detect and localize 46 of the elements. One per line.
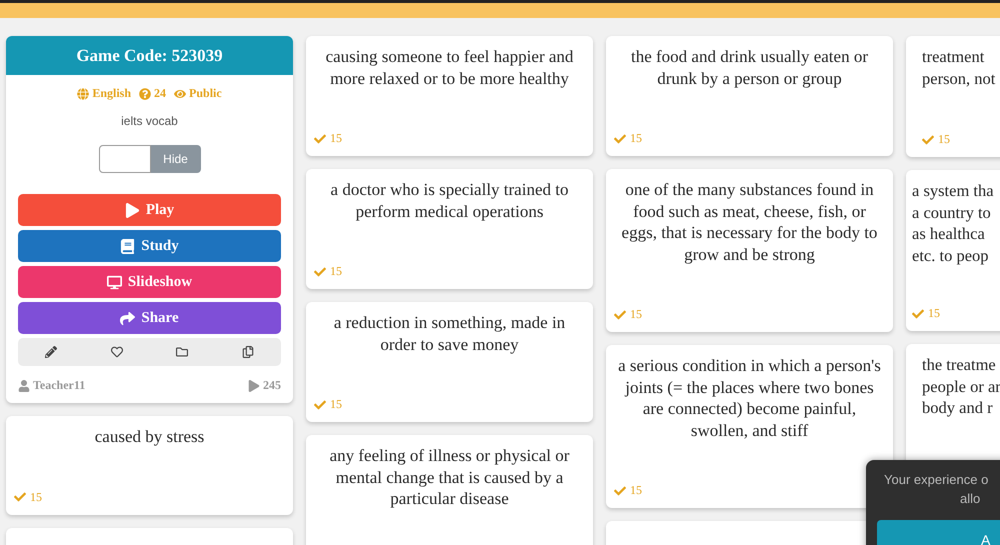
- visibility-label: Public: [189, 86, 222, 101]
- cookie-text: allo: [959, 490, 982, 508]
- definition-line: treatment: [922, 46, 984, 68]
- definition-card[interactable]: the food and drink usually eaten or drunk by a person or group 15: [606, 36, 893, 156]
- definition-text: a serious condition in which a person's joints (= the places where two bones are connected) become painful, swollen, and stiff: [617, 355, 882, 441]
- game-description: ielts vocab: [121, 114, 178, 128]
- play-button[interactable]: Play: [18, 194, 281, 226]
- definition-text: the food and drink usually eaten or drunk by a person or group: [630, 46, 869, 89]
- answer-count: 15: [938, 132, 950, 147]
- slideshow-button[interactable]: Slideshow: [18, 266, 281, 298]
- answer-count: 15: [630, 307, 642, 322]
- definition-card[interactable]: one of the many substances found in food such as meat, cheese, fish, or eggs, that is necessary for the body to grow and be strong 15: [606, 169, 893, 332]
- definition-text: one of the many substances found in food such as meat, cheese, fish, or eggs, that is necessary for the body to grow and be strong: [620, 179, 878, 265]
- answer-count: 15: [630, 131, 642, 146]
- question-count: 24: [154, 86, 166, 101]
- answer-count: 15: [630, 483, 642, 498]
- definition-card[interactable]: a system tha a country to as healthca etc. to peop 15: [906, 170, 1000, 331]
- definition-line: body and r: [922, 397, 993, 418]
- play-count: 245: [263, 378, 281, 393]
- definition-line: etc. to peop: [912, 244, 989, 266]
- definition-card[interactable]: caused by stress 15: [6, 416, 293, 514]
- study-button[interactable]: Study: [18, 230, 281, 262]
- definition-line: a country to: [912, 202, 991, 223]
- game-code-header: Game Code: 523039: [6, 36, 293, 75]
- answer-count: 15: [330, 131, 342, 146]
- definition-line: person, not: [922, 68, 996, 89]
- answer-count: 15: [330, 397, 342, 412]
- definition-card[interactable]: a doctor who is specially trained to perform medical operations 15: [306, 169, 593, 289]
- definition-text: a reduction in something, made in order to save money: [332, 312, 566, 355]
- definition-card[interactable]: any feeling of illness or physical or mental change that is caused by a particular disease: [306, 435, 593, 545]
- definition-text: any feeling of illness or physical or mental change that is caused by a particular disease: [328, 445, 570, 510]
- definition-card[interactable]: a reduction in something, made in order to save money 15: [306, 302, 593, 422]
- answer-count: 15: [928, 306, 940, 321]
- definition-line: a system tha: [912, 180, 994, 202]
- definition-text: caused by stress: [94, 426, 206, 448]
- language-label: English: [92, 86, 132, 101]
- definition-text: a doctor who is specially trained to perform medical operations: [330, 179, 570, 222]
- answer-count: 15: [30, 490, 42, 504]
- definition-card[interactable]: causing someone to feel happier and more relaxed or to be more healthy 15: [306, 36, 593, 156]
- definition-line: the treatme: [922, 354, 996, 376]
- definition-line: as healthca: [912, 223, 985, 244]
- share-button[interactable]: Share: [18, 302, 281, 334]
- definition-card[interactable]: treatment person, not 15: [906, 36, 1000, 157]
- definition-text: causing someone to feel happier and more relaxed or to be more healthy: [324, 46, 574, 89]
- author-name: Teacher11: [33, 378, 86, 393]
- answer-count: 15: [330, 264, 342, 279]
